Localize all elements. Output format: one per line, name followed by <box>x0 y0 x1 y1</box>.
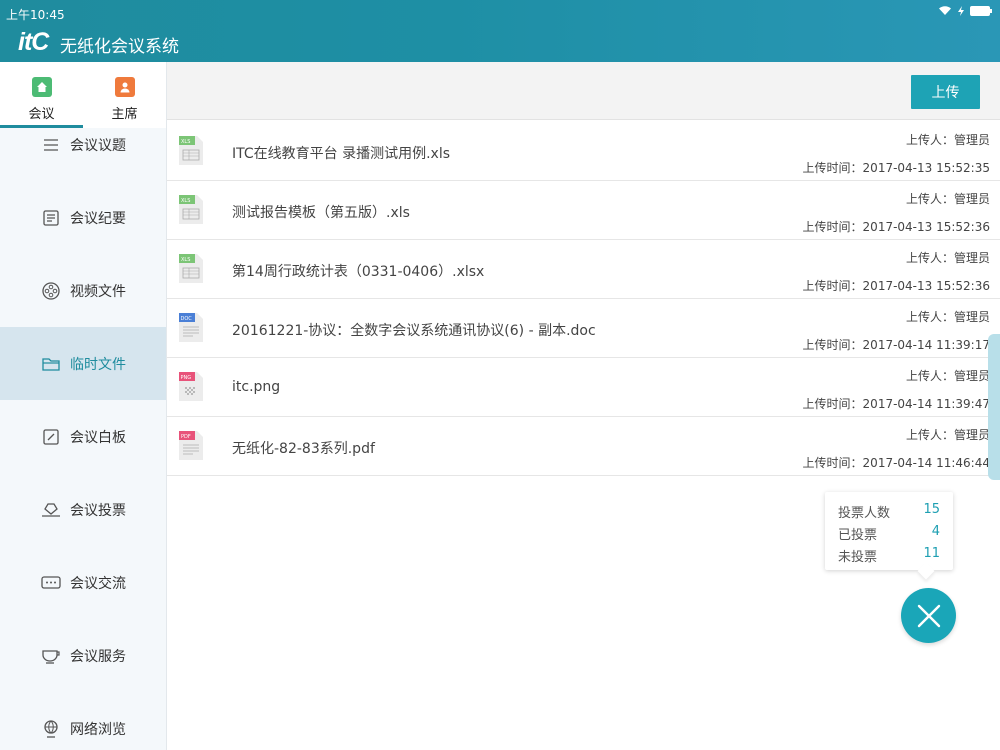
person-icon <box>114 77 135 97</box>
svg-text:PNG: PNG <box>181 375 192 381</box>
not-voted-value: 11 <box>923 546 940 561</box>
file-upload-time: 上传时间：2017-04-13 15:52:36 <box>802 220 990 234</box>
file-row[interactable]: PDF 无纸化-82-83系列.pdf 上传人：管理员 上传时间：2017-04… <box>167 417 1000 476</box>
xls-file-icon: XLS <box>179 136 203 165</box>
sidebar-item-whiteboard[interactable]: 会议白板 <box>0 400 166 473</box>
sidebar-item-vote[interactable]: 会议投票 <box>0 473 166 546</box>
svg-text:PDF: PDF <box>181 434 191 440</box>
home-icon <box>31 77 52 97</box>
sidebar-item-label: 会议交流 <box>70 575 126 592</box>
file-name: 测试报告模板（第五版）.xls <box>232 205 410 221</box>
active-tab-indicator <box>0 125 83 128</box>
file-uploader: 上传人：管理员 <box>905 369 990 383</box>
sidebar-item-label: 会议白板 <box>70 429 126 446</box>
png-file-icon: PNG <box>179 372 203 401</box>
sidebar-item-label: 临时文件 <box>70 356 126 373</box>
file-uploader: 上传人：管理员 <box>905 428 990 442</box>
file-upload-time: 上传时间：2017-04-14 11:39:17 <box>802 338 990 352</box>
vote-total-row: 投票人数 15 <box>825 498 953 521</box>
status-icons <box>938 5 992 16</box>
video-reel-icon <box>40 280 62 302</box>
sidebar-item-label: 会议投票 <box>70 502 126 519</box>
tab-label: 主席 <box>111 107 138 122</box>
file-name: ITC在线教育平台 录播测试用例.xls <box>232 146 451 162</box>
svg-text:XLS: XLS <box>181 257 190 263</box>
voted-label: 已投票 <box>838 528 878 543</box>
wifi-icon <box>939 6 951 15</box>
tab-meeting[interactable]: 会议 <box>0 62 83 128</box>
sidebar-item-chat[interactable]: 会议交流 <box>0 546 166 619</box>
file-uploader: 上传人：管理员 <box>905 251 990 265</box>
app-header: 上午10:45 itC 无纸化会议系统 <box>0 0 1000 62</box>
close-fab-button[interactable] <box>901 588 956 643</box>
pdf-file-icon: PDF <box>179 431 203 460</box>
file-upload-time: 上传时间：2017-04-13 15:52:35 <box>802 161 990 175</box>
file-name: itc.png <box>232 379 281 395</box>
battery-icon <box>970 5 992 16</box>
file-uploader: 上传人：管理员 <box>905 310 990 324</box>
vote-total-value: 15 <box>923 502 940 517</box>
sidebar-item-label: 会议纪要 <box>70 210 126 227</box>
sidebar: 会议议题 会议纪要 视频文件 临时文件 会议白板 会议投票 会议交流 会议服务 … <box>0 62 167 750</box>
folder-icon <box>40 353 62 375</box>
globe-icon <box>40 718 62 740</box>
file-row[interactable]: DOC 20161221-协议：全数字会议系统通讯协议(6) - 副本.doc … <box>167 299 1000 358</box>
close-icon <box>917 604 940 627</box>
sidebar-item-label: 视频文件 <box>70 283 126 300</box>
xls-file-icon: XLS <box>179 195 203 224</box>
upload-button[interactable]: 上传 <box>911 75 980 109</box>
tab-chairman[interactable]: 主席 <box>83 62 166 128</box>
tab-label: 会议 <box>28 107 55 122</box>
voted-value: 4 <box>931 524 940 539</box>
minutes-icon <box>40 207 62 229</box>
agenda-icon <box>40 134 62 156</box>
file-row[interactable]: XLS ITC在线教育平台 录播测试用例.xls 上传人：管理员 上传时间：20… <box>167 122 1000 181</box>
file-row[interactable]: XLS 第14周行政统计表（0331-0406）.xlsx 上传人：管理员 上传… <box>167 240 1000 299</box>
file-upload-time: 上传时间：2017-04-14 11:46:44 <box>802 456 990 470</box>
file-name: 20161221-协议：全数字会议系统通讯协议(6) - 副本.doc <box>232 323 596 339</box>
vote-total-label: 投票人数 <box>838 506 891 521</box>
file-uploader: 上传人：管理员 <box>905 133 990 147</box>
side-drawer-handle[interactable] <box>988 334 1000 480</box>
sidebar-item-label: 会议服务 <box>70 648 126 665</box>
file-upload-time: 上传时间：2017-04-14 11:39:47 <box>802 397 990 411</box>
sidebar-menu: 会议议题 会议纪要 视频文件 临时文件 会议白板 会议投票 会议交流 会议服务 … <box>0 108 166 750</box>
sidebar-item-service[interactable]: 会议服务 <box>0 619 166 692</box>
whiteboard-icon <box>40 426 62 448</box>
file-uploader: 上传人：管理员 <box>905 192 990 206</box>
doc-file-icon: DOC <box>179 313 203 342</box>
file-row[interactable]: XLS 测试报告模板（第五版）.xls 上传人：管理员 上传时间：2017-04… <box>167 181 1000 240</box>
tea-cup-icon <box>40 645 62 667</box>
app-title: 无纸化会议系统 <box>60 37 179 57</box>
xls-file-icon: XLS <box>179 254 203 283</box>
itc-logo: itC <box>18 28 49 56</box>
svg-text:XLS: XLS <box>181 139 190 145</box>
sidebar-item-temp-files[interactable]: 临时文件 <box>0 327 166 400</box>
svg-text:XLS: XLS <box>181 198 190 204</box>
file-row[interactable]: PNG itc.png 上传人：管理员 上传时间：2017-04-14 11:3… <box>167 358 1000 417</box>
sidebar-item-label: 会议议题 <box>70 137 126 154</box>
vote-icon <box>40 499 62 521</box>
main-content: 上传 XLS ITC在线教育平台 录播测试用例.xls 上传人：管理员 上传时间… <box>167 62 1000 750</box>
chat-icon <box>40 572 62 594</box>
sidebar-item-browser[interactable]: 网络浏览 <box>0 692 166 750</box>
sidebar-item-video[interactable]: 视频文件 <box>0 254 166 327</box>
toolbar: 上传 <box>167 62 1000 120</box>
voted-row: 已投票 4 <box>825 520 953 543</box>
vote-summary-card: 投票人数 15 已投票 4 未投票 11 <box>825 492 953 570</box>
file-upload-time: 上传时间：2017-04-13 15:52:36 <box>802 279 990 293</box>
status-time: 上午10:45 <box>6 8 65 22</box>
sidebar-item-label: 网络浏览 <box>70 721 126 738</box>
sidebar-tabs: 会议 主席 <box>0 62 166 128</box>
charging-icon <box>958 5 964 16</box>
sidebar-item-minutes[interactable]: 会议纪要 <box>0 181 166 254</box>
file-name: 第14周行政统计表（0331-0406）.xlsx <box>232 264 485 280</box>
file-name: 无纸化-82-83系列.pdf <box>232 441 375 457</box>
file-list: XLS ITC在线教育平台 录播测试用例.xls 上传人：管理员 上传时间：20… <box>167 122 1000 476</box>
not-voted-label: 未投票 <box>838 550 878 565</box>
not-voted-row: 未投票 11 <box>825 542 953 565</box>
svg-text:DOC: DOC <box>181 316 193 322</box>
